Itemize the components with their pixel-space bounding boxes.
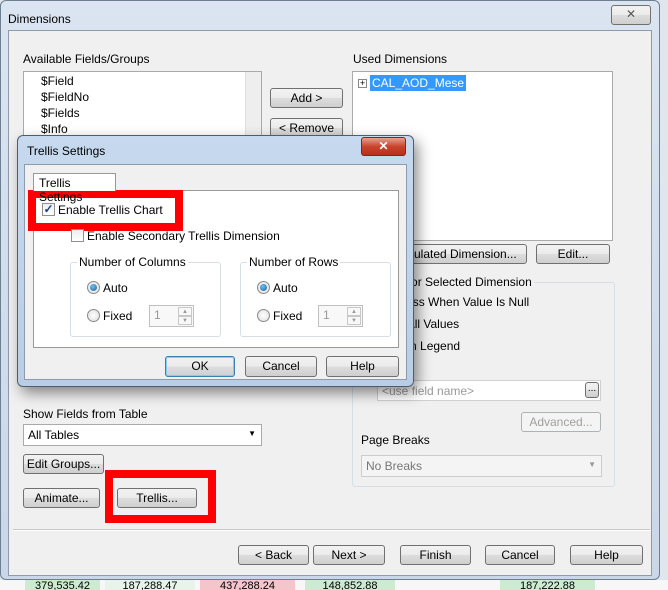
page-breaks-value: No Breaks: [366, 459, 423, 473]
rows-fixed-radio[interactable]: [257, 309, 270, 322]
list-item-selected[interactable]: CAL_AOD_Mese: [370, 75, 467, 91]
background-cell: 437,288.24: [200, 580, 295, 590]
rows-group: Number of Rows: [240, 255, 391, 337]
back-button[interactable]: < Back: [238, 545, 309, 565]
expand-icon[interactable]: +: [358, 79, 367, 88]
columns-stepper[interactable]: 1 ▲ ▼: [149, 305, 194, 327]
finish-button[interactable]: Finish: [400, 545, 471, 565]
stepper-down-icon[interactable]: ▼: [178, 316, 192, 325]
columns-fixed-radio[interactable]: [87, 309, 100, 322]
background-cell: 187,288.47: [105, 580, 195, 590]
tab-trellis-settings[interactable]: Trellis Settings: [33, 173, 116, 204]
enable-secondary-label: Enable Secondary Trellis Dimension: [87, 229, 280, 243]
next-button[interactable]: Next >: [313, 545, 385, 565]
animate-button[interactable]: Animate...: [23, 488, 100, 508]
page-breaks-label: Page Breaks: [361, 433, 430, 447]
list-item[interactable]: $FieldNo: [41, 90, 89, 104]
trellis-close-button[interactable]: ✕: [361, 137, 406, 156]
enable-trellis-label: Enable Trellis Chart: [58, 203, 163, 217]
rows-fixed-label: Fixed: [273, 309, 303, 323]
available-fields-label: Available Fields/Groups: [23, 52, 150, 66]
add-button[interactable]: Add >: [270, 88, 343, 108]
rows-value: 1: [323, 308, 330, 322]
close-icon: ✕: [625, 7, 637, 21]
cancel-button[interactable]: Cancel: [485, 545, 555, 565]
columns-value: 1: [154, 308, 161, 322]
list-item[interactable]: $Field: [41, 74, 74, 88]
enable-trellis-checkbox[interactable]: ✓: [42, 203, 55, 216]
columns-legend: Number of Columns: [77, 255, 188, 269]
show-fields-value: All Tables: [28, 428, 80, 442]
stepper-up-icon[interactable]: ▲: [178, 307, 192, 316]
list-item[interactable]: $Info: [41, 122, 68, 136]
rows-legend: Number of Rows: [247, 255, 341, 269]
background-cell: 379,535.42: [25, 580, 100, 590]
trellis-ok-button[interactable]: OK: [165, 356, 235, 377]
help-button[interactable]: Help: [570, 545, 643, 565]
stepper-down-icon[interactable]: ▼: [347, 316, 361, 325]
list-item[interactable]: $Fields: [41, 106, 80, 120]
columns-auto-radio[interactable]: [87, 281, 100, 294]
trellis-dialog-title: Trellis Settings: [27, 144, 106, 158]
columns-auto-label: Auto: [103, 281, 128, 295]
chevron-down-icon: ▼: [248, 429, 256, 438]
columns-group: Number of Columns: [70, 255, 221, 337]
columns-fixed-label: Fixed: [103, 309, 133, 323]
background-cell: 187,222.88: [500, 580, 595, 590]
rows-auto-radio[interactable]: [257, 281, 270, 294]
edit-groups-button[interactable]: Edit Groups...: [23, 454, 104, 474]
show-fields-select[interactable]: All Tables ▼: [23, 424, 262, 446]
divider: [13, 529, 650, 531]
page-breaks-select[interactable]: No Breaks ▼: [361, 455, 602, 477]
rows-auto-label: Auto: [273, 281, 298, 295]
edit-button[interactable]: Edit...: [536, 244, 610, 264]
chevron-down-icon: ▼: [588, 460, 596, 469]
highlight-box: [105, 470, 216, 523]
close-icon: ✕: [378, 139, 389, 153]
enable-secondary-checkbox[interactable]: [71, 229, 84, 242]
background-cell: 148,852.88: [305, 580, 395, 590]
used-dimensions-label: Used Dimensions: [353, 52, 448, 66]
advanced-button[interactable]: Advanced...: [521, 412, 601, 432]
trellis-cancel-button[interactable]: Cancel: [245, 356, 317, 377]
stepper-up-icon[interactable]: ▲: [347, 307, 361, 316]
dialog-title: Dimensions: [8, 12, 71, 26]
rows-stepper[interactable]: 1 ▲ ▼: [318, 305, 363, 327]
trellis-help-button[interactable]: Help: [326, 356, 399, 377]
browse-button[interactable]: ...: [585, 382, 599, 398]
close-button[interactable]: ✕: [611, 5, 651, 25]
checkmark-icon: ✓: [43, 202, 54, 216]
show-fields-label: Show Fields from Table: [23, 407, 148, 421]
background-table-row: 379,535.42 187,288.47 437,288.24 148,852…: [0, 580, 668, 590]
